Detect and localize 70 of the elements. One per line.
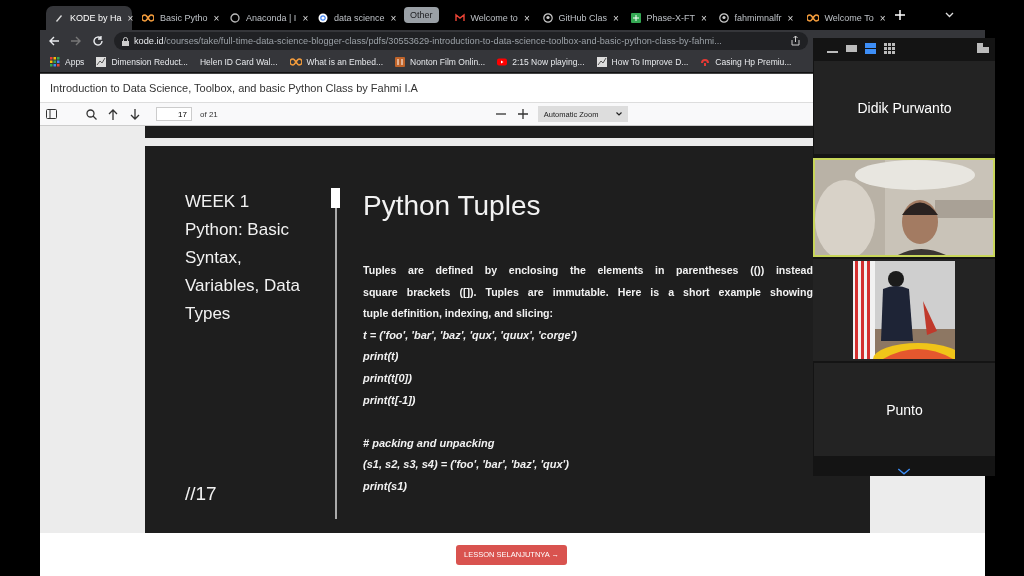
chevron-down-icon[interactable] (897, 468, 911, 476)
bookmark[interactable]: Dimension Reduct... (96, 57, 188, 67)
bookmark[interactable]: Helen ID Card Wal... (199, 57, 278, 67)
window-icon[interactable] (977, 43, 989, 54)
google-icon (318, 13, 328, 23)
bookmark[interactable]: Apps (50, 57, 85, 67)
thumbnail-icon (596, 57, 607, 67)
close-icon[interactable]: × (613, 12, 619, 24)
infinity-icon (806, 13, 819, 23)
paragraph-line: square brackets ([]). Tuples are immutable. Here is a short example showing (363, 284, 813, 300)
zoom-in-icon[interactable] (515, 107, 530, 121)
back-arrow-icon[interactable] (48, 35, 60, 47)
code-line: print(s1) (363, 478, 408, 494)
next-page-icon[interactable] (128, 107, 142, 121)
mail-icon (454, 13, 465, 23)
close-icon[interactable]: × (879, 12, 886, 24)
ring-icon (230, 13, 240, 23)
code-line: print(t[-1]) (363, 392, 417, 408)
bookmark[interactable]: Casing Hp Premiu... (700, 57, 792, 67)
close-icon[interactable]: × (787, 12, 794, 24)
url-text: kode.id/courses/take/full-time-data-science-blogger-class/pdfs/30553629-introduction-to-data-science-toolbox-and-basic-python-class-by-fahmi... (134, 36, 722, 46)
code-line: print(t[0]) (363, 370, 413, 386)
week-label: WEEK 1 (185, 191, 251, 213)
code-line: (s1, s2, s3, s4) = ('foo', 'bar', 'baz', 'qux') (363, 457, 570, 473)
thumbnail-icon (96, 57, 107, 67)
window-view-icon[interactable] (846, 42, 857, 54)
slide-number: //17 (185, 483, 218, 505)
page-count: of 21 (200, 109, 218, 119)
bookmark[interactable]: What is an Embed... (289, 57, 384, 67)
browser-tab[interactable]: KODE by Ha × (46, 6, 132, 30)
page-number-field[interactable]: 17 (156, 107, 192, 121)
film-icon (395, 57, 406, 67)
caret-icon (615, 112, 622, 116)
close-icon[interactable]: × (390, 12, 397, 24)
previous-page-icon[interactable] (106, 107, 120, 121)
bookmark[interactable]: Nonton Film Onlin... (395, 57, 486, 67)
code-line: t = ('foo', 'bar', 'baz', 'qux', 'quux', 'corge') (363, 327, 578, 343)
code-line: # packing and unpacking (363, 435, 496, 451)
sidebar-toggle-icon[interactable] (44, 107, 58, 121)
close-icon[interactable]: × (523, 12, 530, 24)
apps-icon (50, 57, 60, 67)
play-icon (497, 57, 508, 67)
lock-icon (122, 36, 129, 46)
infinity-icon (142, 13, 154, 23)
topic-text: Python: Basic Syntax, Variables, Data Types (185, 219, 301, 325)
bookmark[interactable]: 2:15 Now playing... (497, 57, 585, 67)
participant-name: Didik Purwanto (857, 99, 952, 116)
pen-icon (54, 13, 64, 23)
reload-icon[interactable] (92, 35, 104, 47)
slide-title: Python Tuples (363, 190, 542, 222)
share-icon[interactable] (791, 36, 800, 46)
new-tab-icon[interactable] (894, 10, 905, 20)
tab-group-chip[interactable]: Other (404, 7, 439, 23)
close-icon[interactable]: × (701, 12, 707, 24)
code-line: print(t) (363, 349, 400, 365)
close-icon[interactable]: × (302, 12, 309, 24)
grid-view-icon[interactable] (884, 42, 895, 54)
bookmark[interactable]: How To Improve D... (596, 57, 689, 67)
participant-name: Punto (886, 401, 923, 418)
close-icon[interactable]: × (127, 12, 134, 24)
forward-arrow-icon[interactable] (70, 35, 82, 47)
close-icon[interactable]: × (213, 12, 220, 24)
infinity-icon (289, 57, 302, 67)
list-view-icon[interactable] (865, 42, 876, 54)
paragraph-line: Tuples are defined by enclosing the elements in parentheses (()) instead (363, 263, 813, 278)
paragraph-line: tuple definition, indexing, and slicing: (363, 306, 555, 322)
swirl-icon (700, 57, 711, 67)
spreadsheet-icon (630, 13, 641, 23)
search-icon[interactable] (84, 107, 98, 121)
address-bar[interactable]: kode.id/courses/take/full-time-data-science-blogger-class/pdfs/30553629-introduction-to-data-science-toolbox-and-basic-python-class-by-fahmi... (114, 32, 808, 50)
